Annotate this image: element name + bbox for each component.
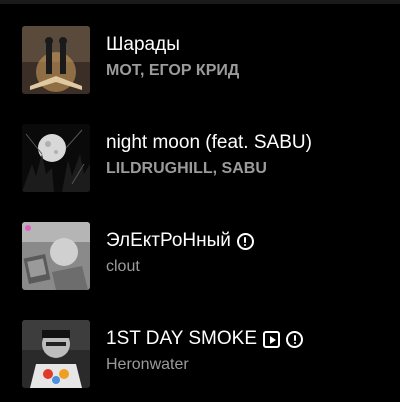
track-artist[interactable]: МОТ, ЕГОР КРИД [106,62,239,80]
explicit-icon [236,232,254,250]
track-title-text: 1ST DAY SMOKE [106,328,257,349]
track-artist[interactable]: LILDRUGHILL, SABU [106,160,267,178]
track-row[interactable]: Шарады МОТ, ЕГОР КРИД [0,26,400,122]
track-title: night moon (feat. SABU) [106,132,312,154]
top-edge [0,0,400,4]
album-cover-portrait-icon [22,320,90,388]
album-cover-book-icon [22,26,90,94]
track-title: ЭлЕктРоНный [106,230,254,252]
track-title-text: night moon (feat. SABU) [106,132,312,153]
album-cover-moon-icon [22,124,90,192]
album-cover-photo-icon [22,222,90,290]
video-icon [263,330,280,348]
track-row[interactable]: night moon (feat. SABU) LILDRUGHILL, SAB… [0,124,400,220]
explicit-icon [286,330,303,348]
track-title: 1ST DAY SMOKE [106,328,303,350]
track-row[interactable]: 1ST DAY SMOKE Heronwater [0,320,400,402]
track-title-text: ЭлЕктРоНный [106,230,231,251]
track-title: Шарады [106,34,180,56]
track-artist[interactable]: clout [106,258,140,276]
track-artist[interactable]: Heronwater [106,356,189,374]
track-title-text: Шарады [106,34,180,55]
track-row[interactable]: ЭлЕктРоНный clout [0,222,400,318]
